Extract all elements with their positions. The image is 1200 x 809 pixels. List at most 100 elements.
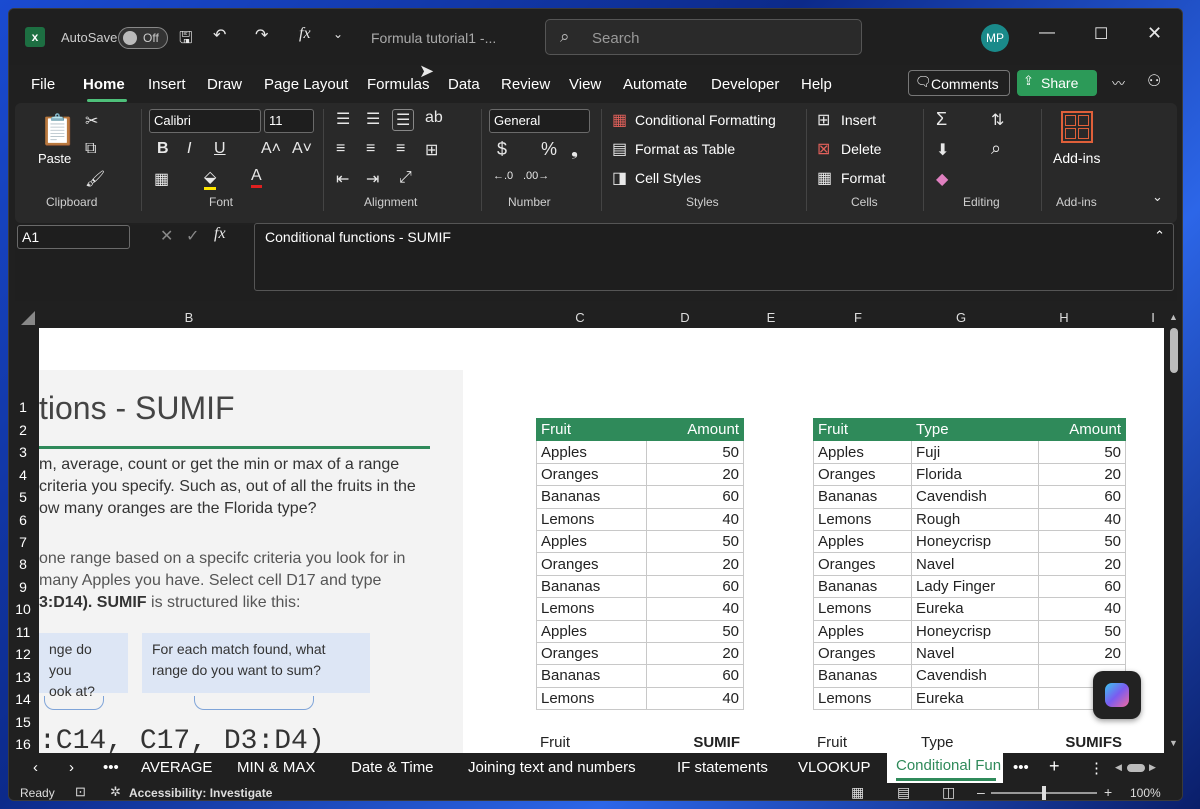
table-cell[interactable]: 50 <box>645 619 745 643</box>
italic-icon[interactable]: I <box>187 140 191 158</box>
autosave-toggle[interactable]: Off <box>118 27 168 49</box>
table-header-cell[interactable]: Amount <box>1037 417 1127 442</box>
borders-icon[interactable]: ▦ <box>154 169 169 189</box>
table-cell[interactable]: Oranges <box>812 641 913 666</box>
table-cell[interactable]: Apples <box>812 619 913 643</box>
scroll-up-icon[interactable]: ▲ <box>1169 312 1178 322</box>
column-header-d[interactable]: D <box>680 310 689 325</box>
table-cell[interactable]: 50 <box>1037 619 1127 643</box>
table-cell[interactable]: 60 <box>1037 485 1127 509</box>
page-layout-view-icon[interactable]: ▤ <box>897 784 910 800</box>
paste-label[interactable]: Paste <box>38 151 71 166</box>
tab-review[interactable]: Review <box>501 76 550 93</box>
copilot-button[interactable] <box>1093 671 1141 719</box>
table-cell[interactable]: 40 <box>645 597 745 621</box>
cell-styles-button[interactable]: Cell Styles <box>635 170 701 186</box>
table-cell[interactable]: Florida <box>911 462 1039 487</box>
sheet-tab-if[interactable]: IF statements <box>677 759 768 776</box>
find-select-icon[interactable]: ⌕ <box>991 138 1001 159</box>
save-icon[interactable]: 🖫 <box>179 27 193 54</box>
format-as-table-button[interactable]: Format as Table <box>635 141 735 157</box>
copy-icon[interactable]: ⧉ <box>85 140 96 158</box>
table-header-cell[interactable]: Type <box>911 417 1039 442</box>
comma-style-icon[interactable]: ❟ <box>571 139 578 160</box>
row-header[interactable]: 4 <box>9 467 37 483</box>
table-cell[interactable]: 40 <box>645 686 745 711</box>
table-cell[interactable]: 40 <box>645 507 745 531</box>
select-all-icon[interactable] <box>21 311 35 325</box>
scroll-down-icon[interactable]: ▼ <box>1169 738 1178 748</box>
decrease-indent-icon[interactable]: ⇤ <box>336 169 349 189</box>
row-header[interactable]: 16 <box>9 736 37 752</box>
scroll-left-icon[interactable]: ◀ <box>1115 762 1122 773</box>
table-cell[interactable]: Lemons <box>812 597 913 621</box>
table-cell[interactable]: 40 <box>1037 507 1127 531</box>
increase-decimal-icon[interactable]: ←.0 <box>493 170 513 182</box>
macro-record-icon[interactable]: ⊡ <box>75 784 86 800</box>
fill-icon[interactable]: ⬇ <box>936 140 949 160</box>
column-header-b[interactable]: B <box>185 310 194 325</box>
row-header[interactable]: 8 <box>9 556 37 572</box>
table-cell[interactable]: Navel <box>911 552 1039 576</box>
prev-sheet-icon[interactable]: ‹ <box>33 759 38 776</box>
cancel-formula-icon[interactable]: ✕ <box>160 226 173 246</box>
page-break-view-icon[interactable]: ◫ <box>942 784 955 800</box>
zoom-level[interactable]: 100% <box>1130 786 1161 800</box>
decrease-decimal-icon[interactable]: .00→ <box>523 170 549 182</box>
table-cell[interactable]: 20 <box>1037 462 1127 487</box>
format-button[interactable]: Format <box>841 170 885 186</box>
row-header[interactable]: 11 <box>9 624 37 640</box>
worksheet-grid[interactable]: tions - SUMIF m, average, count or get t… <box>39 328 1164 753</box>
column-header-g[interactable]: G <box>956 310 966 325</box>
insert-button[interactable]: Insert <box>841 112 876 128</box>
percent-icon[interactable]: % <box>541 139 557 160</box>
table-cell[interactable]: Honeycrisp <box>911 529 1039 554</box>
name-box[interactable]: A1 <box>17 225 130 249</box>
column-header-i[interactable]: I <box>1151 310 1155 325</box>
tab-file[interactable]: File <box>31 76 55 93</box>
cut-icon[interactable]: ✂ <box>85 111 98 131</box>
sheet-tab-min-max[interactable]: MIN & MAX <box>237 759 315 776</box>
row-header[interactable]: 2 <box>9 422 37 438</box>
undo-icon[interactable]: ↶ <box>213 25 226 45</box>
number-format-select[interactable]: General <box>489 109 590 133</box>
table-cell[interactable]: Eureka <box>911 597 1039 621</box>
table-cell[interactable]: Navel <box>911 641 1039 666</box>
column-header-f[interactable]: F <box>854 310 862 325</box>
table-cell[interactable]: 20 <box>1037 552 1127 576</box>
formula-input[interactable]: Conditional functions - SUMIF ⌃ <box>254 223 1174 291</box>
vertical-scrollbar[interactable]: ▲ ▼ <box>1164 312 1182 753</box>
coauthor-icon[interactable]: ⚇ <box>1147 71 1161 91</box>
row-header[interactable]: 10 <box>9 601 37 617</box>
font-name-select[interactable]: Calibri <box>149 109 261 133</box>
currency-icon[interactable]: $ <box>497 139 507 160</box>
row-header[interactable]: 9 <box>9 579 37 595</box>
orientation-icon[interactable]: ⤢ <box>399 169 412 187</box>
table-cell[interactable]: Cavendish <box>911 664 1039 688</box>
format-painter-icon[interactable]: 🖌 <box>85 169 105 189</box>
scrollbar-thumb[interactable] <box>1170 328 1178 373</box>
wrap-text-icon[interactable]: ab <box>425 109 443 127</box>
enter-formula-icon[interactable]: ✓ <box>186 226 199 246</box>
tab-page-layout[interactable]: Page Layout <box>264 76 348 93</box>
conditional-formatting-button[interactable]: Conditional Formatting <box>635 112 776 128</box>
table-cell[interactable]: 50 <box>645 440 745 464</box>
zoom-out-icon[interactable]: – <box>977 784 985 800</box>
normal-view-icon[interactable]: ▦ <box>851 784 864 800</box>
paste-icon[interactable]: 📋 <box>39 113 76 148</box>
bottom-align-icon[interactable]: ☰ <box>392 109 415 131</box>
table-cell[interactable]: 20 <box>645 462 745 487</box>
align-left-icon[interactable]: ≡ <box>336 140 345 158</box>
tab-home[interactable]: Home <box>83 76 125 93</box>
clear-icon[interactable]: ◆ <box>936 169 948 189</box>
row-header[interactable]: 6 <box>9 512 37 528</box>
sheet-tab-conditional-active[interactable]: Conditional Fun <box>887 753 1003 783</box>
search-box[interactable]: ⌕ Search <box>545 19 862 55</box>
table-cell[interactable]: Oranges <box>812 552 913 576</box>
merge-center-icon[interactable]: ⊞ <box>425 140 438 160</box>
zoom-slider-thumb[interactable] <box>1042 786 1046 800</box>
tab-help[interactable]: Help <box>801 76 832 93</box>
horizontal-scroll-thumb[interactable] <box>1127 764 1145 772</box>
table-cell[interactable]: 60 <box>645 574 745 599</box>
table-cell[interactable]: Lemons <box>536 686 647 711</box>
